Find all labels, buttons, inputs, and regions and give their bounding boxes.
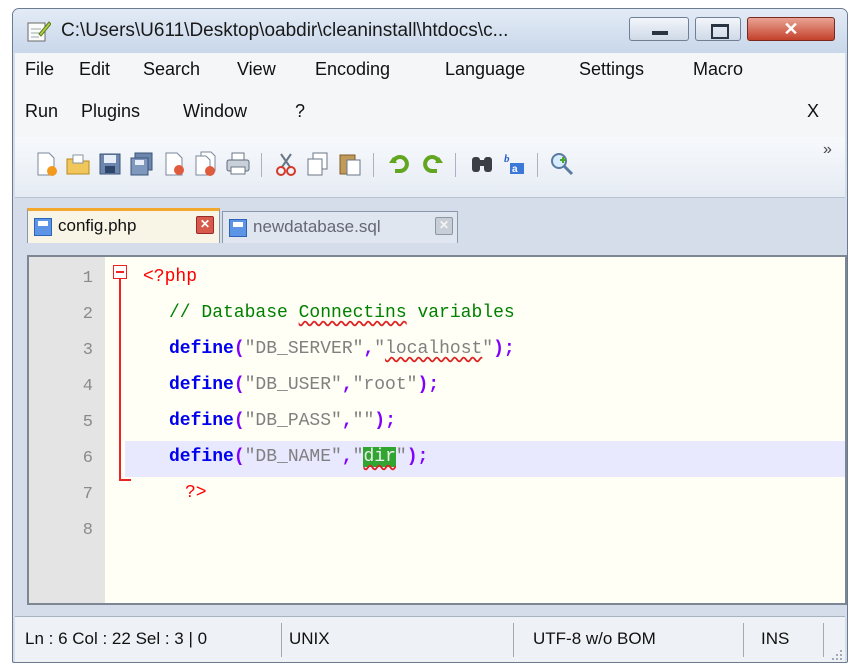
open-file-icon[interactable] (65, 151, 91, 177)
copy-icon[interactable] (305, 151, 331, 177)
menu-edit[interactable]: Edit (79, 59, 110, 80)
notepad-plus-plus-icon (27, 21, 51, 42)
line-number: 5 (82, 413, 93, 432)
line-number: 4 (82, 377, 93, 396)
redo-icon[interactable] (419, 151, 445, 177)
code-line-5: define("DB_PASS",""); (169, 411, 396, 431)
close-file-icon[interactable] (161, 151, 187, 177)
menu-window[interactable]: Window (183, 101, 247, 122)
cursor-position: Ln : 6 Col : 22 Sel : 3 | 0 (25, 629, 208, 648)
menu-run[interactable]: Run (25, 101, 58, 122)
menu-plugins[interactable]: Plugins (81, 101, 140, 122)
insert-mode[interactable]: INS (761, 629, 789, 649)
code-editor[interactable]: 1 2 3 4 5 6 7 8 <?php // Database Connec… (27, 255, 847, 605)
code-line-7: ?> (185, 483, 207, 503)
fold-margin[interactable] (105, 257, 131, 603)
undo-icon[interactable] (387, 151, 413, 177)
menu-help[interactable]: ? (295, 101, 305, 122)
paste-icon[interactable] (337, 151, 363, 177)
menu-settings[interactable]: Settings (579, 59, 644, 80)
toolbar-separator (537, 153, 538, 177)
cut-icon[interactable] (273, 151, 299, 177)
replace-icon[interactable]: ba (501, 151, 527, 177)
maximize-button[interactable] (695, 17, 741, 41)
eol-format[interactable]: UNIX (289, 629, 330, 649)
menu-macro[interactable]: Macro (693, 59, 743, 80)
status-separator (513, 623, 514, 657)
svg-text:a: a (512, 164, 518, 175)
menu-search[interactable]: Search (143, 59, 200, 80)
tab-close-icon[interactable]: ✕ (435, 217, 453, 235)
tab-close-icon[interactable]: ✕ (196, 216, 214, 234)
maximize-icon (711, 24, 729, 39)
menu-encoding[interactable]: Encoding (315, 59, 390, 80)
code-line-2: // Database Connectins variables (169, 303, 515, 323)
line-number: 6 (82, 449, 93, 468)
menu-file[interactable]: File (25, 59, 54, 80)
title-bar[interactable]: C:\Users\U611\Desktop\oabdir\cleaninstal… (13, 9, 847, 53)
print-icon[interactable] (225, 151, 251, 177)
toolbar-separator (373, 153, 374, 177)
code-line-4: define("DB_USER","root"); (169, 375, 440, 395)
close-all-icon[interactable] (193, 151, 219, 177)
tab-label: config.php (58, 216, 137, 235)
line-number: 8 (82, 521, 93, 540)
close-document-x[interactable]: X (807, 101, 819, 122)
status-bar: Ln : 6 Col : 22 Sel : 3 | 0 UNIX UTF-8 w… (15, 616, 845, 662)
save-all-icon[interactable] (129, 151, 155, 177)
line-number: 3 (82, 341, 93, 360)
line-number-gutter: 1 2 3 4 5 6 7 8 (29, 257, 105, 603)
svg-text:b: b (504, 153, 510, 165)
tab-strip: config.php ✕ newdatabase.sql ✕ (15, 199, 845, 253)
close-window-button[interactable]: ✕ (747, 17, 835, 41)
save-icon (34, 218, 52, 236)
find-icon[interactable] (469, 151, 495, 177)
toolbar: ba » (15, 137, 845, 198)
file-encoding[interactable]: UTF-8 w/o BOM (533, 629, 656, 649)
save-icon (229, 219, 247, 237)
save-icon[interactable] (97, 151, 123, 177)
fold-line (119, 279, 121, 479)
code-line-3: define("DB_SERVER","localhost"); (169, 339, 515, 359)
status-separator (281, 623, 282, 657)
code-line-1: <?php (143, 267, 198, 287)
toolbar-overflow[interactable]: » (823, 141, 832, 159)
menu-language[interactable]: Language (445, 59, 525, 80)
menu-view[interactable]: View (237, 59, 276, 80)
new-file-icon[interactable] (33, 151, 59, 177)
line-number: 1 (82, 269, 93, 288)
status-separator (743, 623, 744, 657)
window-title: C:\Users\U611\Desktop\oabdir\cleaninstal… (61, 20, 509, 41)
minimize-icon (652, 31, 668, 35)
menu-bar: File Edit Search View Encoding Language … (15, 53, 845, 137)
resize-grip-icon[interactable] (829, 647, 843, 661)
notepad-window: C:\Users\U611\Desktop\oabdir\cleaninstal… (12, 8, 848, 663)
close-icon: ✕ (783, 19, 799, 39)
line-number: 7 (82, 485, 93, 504)
line-number: 2 (82, 305, 93, 324)
minimize-button[interactable] (629, 17, 689, 41)
code-text[interactable]: <?php // Database Connectins variables d… (125, 257, 845, 603)
status-separator (823, 623, 824, 657)
code-line-6: define("DB_NAME","dir"); (169, 447, 429, 467)
tab-label: newdatabase.sql (253, 217, 381, 236)
tab-config-php[interactable]: config.php ✕ (27, 208, 220, 243)
toolbar-separator (261, 153, 262, 177)
toolbar-separator (455, 153, 456, 177)
zoom-in-icon[interactable] (549, 151, 575, 177)
tab-newdatabase-sql[interactable]: newdatabase.sql ✕ (222, 211, 458, 243)
